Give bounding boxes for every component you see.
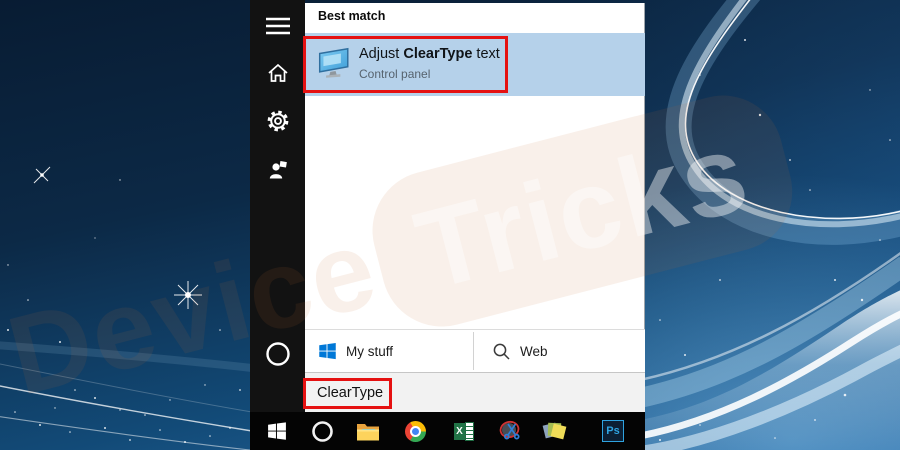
web-label: Web — [520, 343, 548, 359]
taskbar-snipping-tool-button[interactable] — [494, 412, 528, 450]
windows-start-icon — [268, 422, 286, 440]
display-monitor-icon — [316, 46, 352, 84]
start-button[interactable] — [260, 412, 294, 450]
hamburger-menu-icon — [265, 17, 290, 35]
hamburger-menu-button[interactable] — [250, 6, 305, 46]
search-input[interactable]: ClearType — [317, 385, 383, 401]
my-stuff-button[interactable]: My stuff — [318, 330, 393, 372]
sidebar-item-cortana[interactable] — [250, 334, 305, 374]
gear-icon — [267, 110, 288, 132]
taskbar-photoshop-button[interactable]: Ps — [596, 412, 630, 450]
start-menu-sidebar — [250, 0, 305, 412]
photoshop-icon: Ps — [602, 420, 624, 442]
snipping-tool-icon — [499, 420, 520, 440]
search-box-row: ClearType — [305, 373, 645, 412]
best-match-result[interactable]: Adjust ClearType text Control panel — [305, 33, 645, 96]
cortana-circle-icon — [265, 342, 290, 366]
search-results-panel: Best match Adjust ClearType text Control… — [305, 3, 645, 412]
my-stuff-label: My stuff — [346, 343, 394, 359]
chrome-icon — [404, 420, 426, 442]
filter-row: My stuff Web — [305, 329, 645, 373]
taskbar: X Ps — [250, 412, 645, 450]
web-search-icon — [492, 342, 511, 361]
sticky-notes-icon — [542, 420, 567, 442]
sidebar-item-home[interactable] — [250, 53, 305, 93]
web-button[interactable]: Web — [492, 330, 548, 372]
filter-divider — [473, 332, 474, 370]
section-header: Best match — [318, 9, 386, 23]
taskbar-chrome-button[interactable] — [398, 412, 432, 450]
file-explorer-icon — [357, 423, 379, 440]
taskbar-sticky-notes-button[interactable] — [538, 412, 572, 450]
sidebar-item-feedback[interactable] — [250, 150, 305, 190]
taskbar-cortana-button[interactable] — [305, 412, 339, 450]
result-subtitle: Control panel — [359, 67, 431, 81]
home-icon — [267, 63, 288, 82]
result-title: Adjust ClearType text — [359, 46, 500, 62]
cortana-ring-icon — [311, 420, 333, 442]
taskbar-file-explorer-button[interactable] — [351, 412, 385, 450]
person-feedback-icon — [269, 161, 287, 179]
sidebar-item-settings[interactable] — [250, 101, 305, 141]
windows10-desktop: Best match Adjust ClearType text Control… — [0, 0, 900, 450]
windows-logo-icon — [318, 342, 337, 360]
taskbar-excel-button[interactable]: X — [447, 412, 481, 450]
excel-icon: X — [454, 421, 474, 441]
